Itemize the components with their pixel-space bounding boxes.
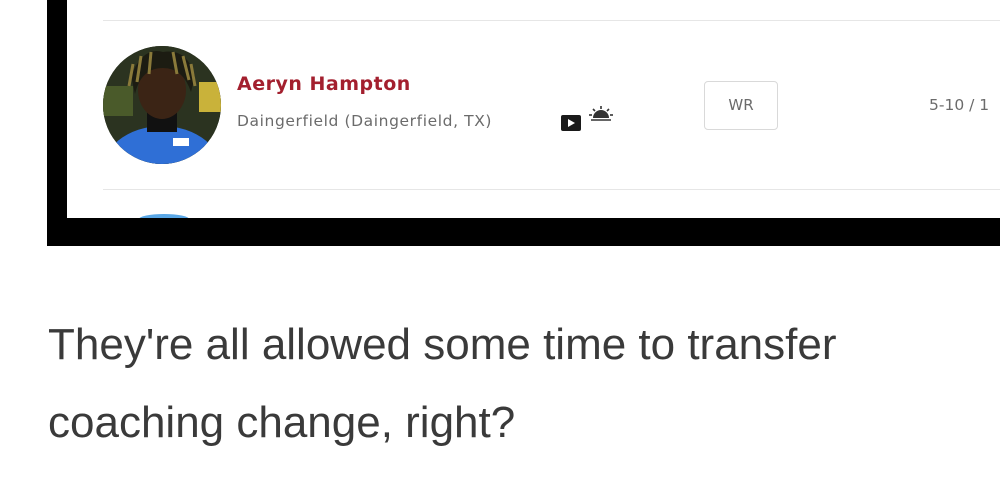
video-play-icon[interactable]: [561, 115, 581, 131]
recruit-list: Aeryn Hampton Daingerfield (Daingerfield…: [67, 0, 1000, 218]
row-divider: [103, 20, 1000, 21]
screenshot-frame: Aeryn Hampton Daingerfield (Daingerfield…: [47, 0, 1000, 246]
player-photo: [103, 46, 221, 164]
sun-rating-icon: [589, 106, 613, 121]
caption-line: They're all allowed some time to transfe…: [48, 320, 837, 369]
position-badge: WR: [704, 81, 778, 130]
post-caption: They're all allowed some time to transfe…: [48, 306, 1000, 462]
caption-line: coaching change, right?: [48, 398, 516, 447]
next-player-avatar: [139, 214, 189, 218]
height-weight: 5-10 / 1: [929, 96, 990, 114]
player-name-link[interactable]: Aeryn Hampton: [237, 73, 411, 95]
player-school: Daingerfield (Daingerfield, TX): [237, 112, 493, 130]
player-avatar[interactable]: [103, 46, 221, 164]
row-divider: [103, 189, 1000, 190]
